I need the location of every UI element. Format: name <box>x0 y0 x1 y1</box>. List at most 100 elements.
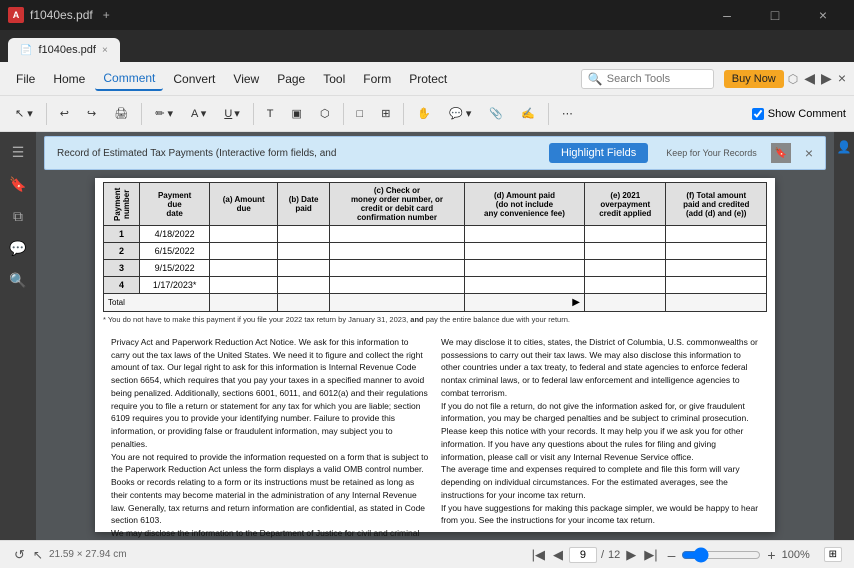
total-f[interactable] <box>666 294 767 312</box>
row-4-c[interactable] <box>330 277 465 294</box>
last-page-btn[interactable]: ▶| <box>642 547 659 563</box>
row-3-f[interactable] <box>666 260 767 277</box>
row-2-date[interactable]: 6/15/2022 <box>140 243 210 260</box>
row-1-c[interactable] <box>330 226 465 243</box>
row-4-b[interactable] <box>278 277 330 294</box>
layers-icon[interactable]: ⧉ <box>6 204 30 228</box>
row-4-a[interactable] <box>210 277 278 294</box>
stamp-tool[interactable]: ⬡ <box>313 103 337 124</box>
buy-now-btn[interactable]: Buy Now <box>724 70 784 88</box>
attach-tool[interactable]: 📎 <box>482 103 510 124</box>
hand-tool[interactable]: ✋ <box>410 103 438 124</box>
area-tool[interactable]: ⊞ <box>374 103 397 124</box>
row-2-f[interactable] <box>666 243 767 260</box>
page-input[interactable] <box>569 547 597 563</box>
row-2-a[interactable] <box>210 243 278 260</box>
pen-tool[interactable]: ✏ ▾ <box>148 103 180 124</box>
menu-convert[interactable]: Convert <box>165 68 223 90</box>
row-3-date[interactable]: 9/15/2022 <box>140 260 210 277</box>
status-right: – + 100% ⊞ <box>668 547 842 563</box>
col-header-payment-num: Paymentnumber <box>104 183 140 226</box>
row-1-b[interactable] <box>278 226 330 243</box>
row-3-b[interactable] <box>278 260 330 277</box>
zoom-in-btn[interactable]: + <box>767 547 775 563</box>
prev-page-btn[interactable]: ◀ <box>551 547 565 563</box>
minimize-btn[interactable]: – <box>704 0 750 30</box>
comment-tool[interactable]: 💬 ▾ <box>442 103 478 124</box>
menu-home[interactable]: Home <box>45 68 93 90</box>
fit-page-btn[interactable]: ⊞ <box>824 547 842 562</box>
row-3-d[interactable] <box>464 260 584 277</box>
more-tool[interactable]: ⋯ <box>555 103 580 124</box>
table-footnote: * You do not have to make this payment i… <box>103 312 767 328</box>
total-a[interactable] <box>210 294 278 312</box>
notice-close-btn[interactable]: × <box>805 145 813 161</box>
print-btn[interactable]: 🖨 <box>107 103 135 124</box>
row-3-a[interactable] <box>210 260 278 277</box>
first-page-btn[interactable]: |◀ <box>530 547 547 563</box>
menu-view[interactable]: View <box>225 68 267 90</box>
shape-tool[interactable]: □ <box>350 104 371 124</box>
text-tool[interactable]: T <box>260 104 281 124</box>
zoom-slider[interactable] <box>681 547 761 563</box>
row-2-b[interactable] <box>278 243 330 260</box>
menu-comment[interactable]: Comment <box>95 67 163 91</box>
total-e[interactable] <box>585 294 666 312</box>
row-3-e[interactable] <box>585 260 666 277</box>
row-1-a[interactable] <box>210 226 278 243</box>
row-4-f[interactable] <box>666 277 767 294</box>
total-arrow[interactable]: ▶ <box>572 297 580 308</box>
highlight-fields-btn[interactable]: Highlight Fields <box>549 143 648 163</box>
total-d[interactable]: ▶ <box>464 294 584 312</box>
zoom-out-btn[interactable]: – <box>668 547 676 563</box>
bookmarks-icon[interactable]: 🔖 <box>6 172 30 196</box>
total-b[interactable] <box>278 294 330 312</box>
menu-file[interactable]: File <box>8 68 43 90</box>
menu-protect[interactable]: Protect <box>401 68 455 90</box>
search-input[interactable] <box>607 73 707 85</box>
underline-tool[interactable]: U ▾ <box>217 103 246 124</box>
row-1-date[interactable]: 4/18/2022 <box>140 226 210 243</box>
row-1-d[interactable] <box>464 226 584 243</box>
menu-tool[interactable]: Tool <box>315 68 353 90</box>
highlight-tool[interactable]: A ▾ <box>184 103 213 124</box>
row-4-date[interactable]: 1/17/2023* <box>140 277 210 294</box>
search-box[interactable]: 🔍 <box>581 69 714 89</box>
close-btn[interactable]: × <box>800 0 846 30</box>
close-window-btn[interactable]: × <box>838 70 846 87</box>
next-page-btn[interactable]: ▶ <box>624 547 638 563</box>
app-icon: A <box>8 7 24 23</box>
menu-page[interactable]: Page <box>269 68 313 90</box>
row-4-d[interactable] <box>464 277 584 294</box>
comments-icon[interactable]: 💬 <box>6 236 30 260</box>
search-panel-icon[interactable]: 🔍 <box>6 268 30 292</box>
row-2-d[interactable] <box>464 243 584 260</box>
new-tab-btn[interactable]: + <box>99 8 114 22</box>
tab-f1040es[interactable]: 📄 f1040es.pdf × <box>8 38 120 62</box>
tab-close-btn[interactable]: × <box>102 45 108 56</box>
rotate-btn[interactable]: ↺ <box>12 547 27 563</box>
maximize-btn[interactable]: □ <box>752 0 798 30</box>
menu-form[interactable]: Form <box>355 68 399 90</box>
undo-btn[interactable]: ↩ <box>53 103 76 124</box>
sign-tool[interactable]: ✍ <box>514 103 542 124</box>
row-1-e[interactable] <box>585 226 666 243</box>
cursor-mode-btn[interactable]: ↖ <box>33 548 43 562</box>
row-3-c[interactable] <box>330 260 465 277</box>
row-4-e[interactable] <box>585 277 666 294</box>
textbox-tool[interactable]: ▣ <box>285 103 309 124</box>
redo-btn[interactable]: ↪ <box>80 103 103 124</box>
forward-btn[interactable]: ▶ <box>821 70 832 87</box>
thumbnails-icon[interactable]: ☰ <box>6 140 30 164</box>
right-panel-icon-1[interactable]: 👤 <box>837 140 852 154</box>
row-1-f[interactable] <box>666 226 767 243</box>
row-2-e[interactable] <box>585 243 666 260</box>
total-c[interactable] <box>330 294 465 312</box>
cursor-tool[interactable]: ↖ ▾ <box>8 103 40 124</box>
row-2-c[interactable] <box>330 243 465 260</box>
window-nav: ◀ ▶ × <box>804 70 846 87</box>
back-btn[interactable]: ◀ <box>804 70 815 87</box>
pdf-document: Paymentnumber Paymentduedate (a) Amountd… <box>36 170 834 540</box>
window-controls[interactable]: – □ × <box>704 0 846 30</box>
show-comment-checkbox[interactable] <box>752 108 764 120</box>
